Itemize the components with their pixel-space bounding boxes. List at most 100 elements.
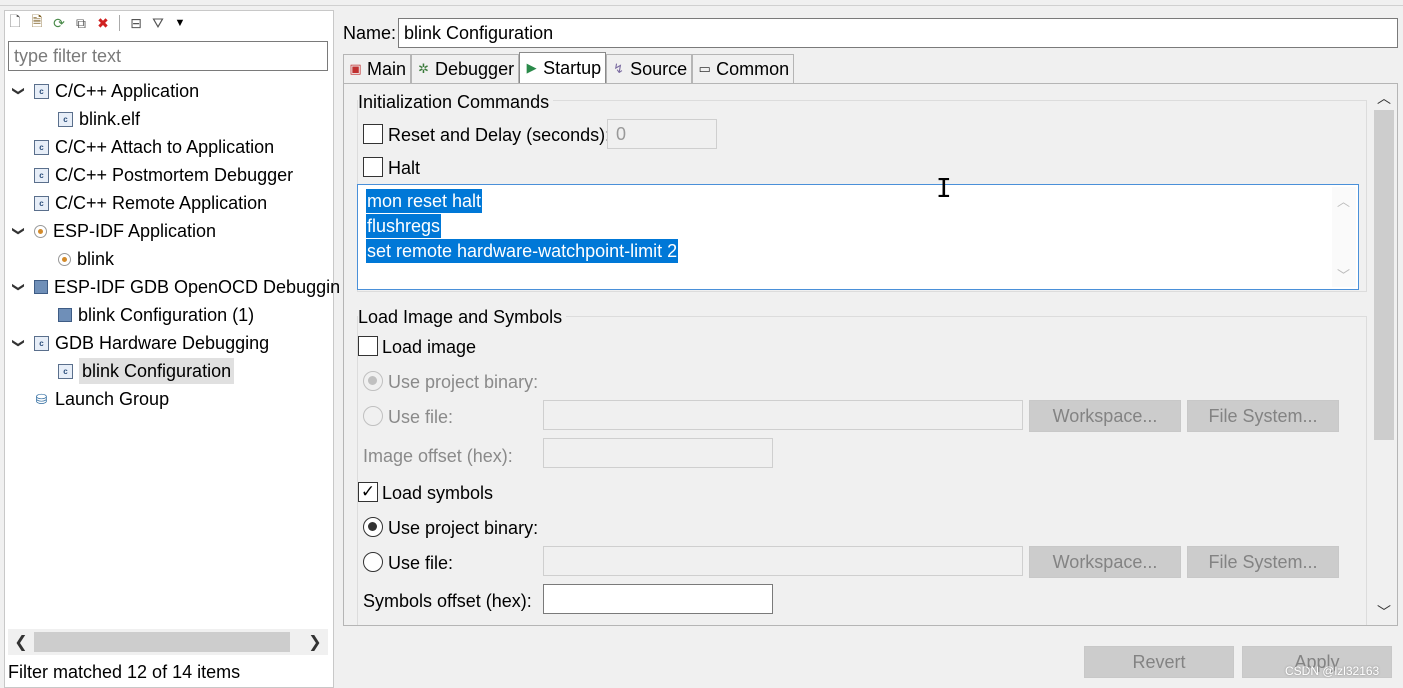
c-file-icon: c — [34, 167, 49, 183]
image-use-file-label: Use file: — [388, 407, 454, 427]
tab-label: Debugger — [435, 58, 515, 79]
tree-item[interactable]: c blink.elf — [36, 106, 140, 132]
tab-label: Source — [630, 58, 688, 79]
tree-item-label: blink.elf — [79, 108, 141, 129]
reset-delay-input[interactable] — [607, 119, 717, 149]
image-workspace-button[interactable]: Workspace... — [1029, 400, 1181, 432]
tab-source[interactable]: ↯ Source — [606, 54, 693, 83]
halt-label: Halt — [388, 158, 421, 178]
chevron-down-icon[interactable]: ❯ — [12, 84, 26, 98]
delete-icon[interactable]: ✖ — [94, 14, 112, 32]
tree-item[interactable]: c C/C++ Remote Application — [12, 190, 267, 216]
init-commands-textarea[interactable]: mon reset halt flushregs set remote hard… — [357, 184, 1359, 290]
config-tabs: ▣ Main ✲ Debugger ▶ Startup ↯ Source ▭ Common — [343, 52, 795, 84]
c-file-icon: c — [34, 195, 49, 211]
load-image-checkbox[interactable] — [358, 336, 378, 356]
load-image-title: Load Image and Symbols — [358, 307, 567, 328]
tree-item[interactable]: c blink Configuration — [36, 358, 235, 384]
collapse-all-icon[interactable]: ⊟ — [127, 14, 145, 32]
esp-icon — [34, 224, 47, 238]
bars-icon — [58, 308, 72, 322]
tab-label: Startup — [543, 57, 602, 78]
tab-common[interactable]: ▭ Common — [692, 54, 795, 83]
halt-checkbox[interactable] — [363, 157, 383, 177]
textarea-scrollbar[interactable]: ︿ ﹀ — [1332, 187, 1356, 287]
filter-status: Filter matched 12 of 14 items — [8, 662, 241, 682]
tab-debugger[interactable]: ✲ Debugger — [411, 54, 520, 83]
symbols-filesystem-button[interactable]: File System... — [1187, 546, 1339, 578]
symbols-project-binary-label: Use project binary: — [388, 518, 539, 538]
c-file-icon: c — [58, 111, 73, 127]
launch-group-icon: ⛁ — [35, 390, 48, 407]
toolbar-separator — [119, 15, 120, 31]
tree-item-label: Launch Group — [55, 388, 170, 409]
name-input[interactable] — [398, 18, 1398, 48]
debugger-bug-icon: ✲ — [418, 61, 429, 76]
scroll-thumb[interactable] — [1374, 110, 1394, 440]
image-offset-label: Image offset (hex): — [363, 446, 513, 466]
chevron-up-icon[interactable]: ︿ — [1337, 191, 1350, 210]
tree-item[interactable]: ❯ c GDB Hardware Debugging — [12, 330, 269, 356]
symbols-use-file-radio[interactable] — [363, 552, 383, 572]
image-offset-input[interactable] — [543, 438, 773, 468]
image-use-file-radio[interactable] — [363, 406, 383, 426]
tree-horizontal-scrollbar[interactable]: ❮ ❯ — [8, 629, 328, 655]
symbols-offset-input[interactable] — [543, 584, 773, 614]
filter-icon[interactable]: ⛛ — [149, 14, 167, 32]
chevron-down-icon[interactable]: ﹀ — [1337, 265, 1350, 284]
chevron-down-icon[interactable]: ❯ — [12, 336, 26, 350]
image-project-binary-label: Use project binary: — [388, 372, 539, 392]
init-commands-title: Initialization Commands — [358, 92, 554, 113]
tab-label: Common — [716, 58, 790, 79]
tree-toolbar: 🗋 🗎 ⟳ ⧉ ✖ ⊟ ⛛ ▼ — [6, 12, 189, 34]
startup-tab-content: Initialization Commands Reset and Delay … — [343, 83, 1398, 626]
scroll-right-icon[interactable]: ❯ — [302, 629, 328, 655]
name-label: Name: — [343, 23, 397, 43]
c-file-icon: c — [34, 83, 49, 99]
dropdown-arrow-icon[interactable]: ▼ — [171, 14, 189, 32]
load-image-group — [357, 316, 1367, 625]
command-line: flushregs — [366, 214, 442, 238]
tree-item[interactable]: ⛁ Launch Group — [12, 386, 169, 412]
symbols-workspace-button[interactable]: Workspace... — [1029, 546, 1181, 578]
tree-item[interactable]: c C/C++ Postmortem Debugger — [12, 162, 293, 188]
load-image-label: Load image — [382, 337, 477, 357]
tree-item[interactable]: ❯ ESP-IDF GDB OpenOCD Debuggin — [12, 274, 340, 300]
tree-item-label: ESP-IDF GDB OpenOCD Debuggin — [54, 276, 341, 297]
tree-item[interactable]: blink Configuration (1) — [36, 302, 254, 328]
content-vertical-scrollbar[interactable]: ︿ ﹀ — [1372, 86, 1396, 624]
image-file-input[interactable] — [543, 400, 1023, 430]
load-symbols-checkbox[interactable] — [358, 482, 378, 502]
tab-label: Main — [367, 58, 407, 79]
image-filesystem-button[interactable]: File System... — [1187, 400, 1339, 432]
tree-item[interactable]: blink — [36, 246, 114, 272]
c-file-icon: c — [58, 363, 73, 379]
symbols-project-binary-radio[interactable] — [363, 517, 383, 537]
symbols-file-input[interactable] — [543, 546, 1023, 576]
scroll-up-icon[interactable]: ︿ — [1372, 86, 1396, 110]
startup-play-icon: ▶ — [526, 60, 537, 75]
filter-input[interactable] — [8, 41, 328, 71]
command-line: mon reset halt — [366, 189, 483, 213]
tree-item-label: C/C++ Application — [55, 80, 200, 101]
reset-delay-checkbox[interactable] — [363, 124, 383, 144]
text-cursor-icon: I — [936, 174, 952, 204]
chevron-down-icon[interactable]: ❯ — [12, 224, 26, 238]
scroll-thumb[interactable] — [34, 632, 290, 652]
tree-item-label: GDB Hardware Debugging — [55, 332, 270, 353]
esp-icon — [58, 252, 71, 266]
export-icon[interactable]: ⟳ — [50, 14, 68, 32]
new-prototype-icon[interactable]: 🗎 — [28, 13, 46, 32]
tree-item[interactable]: ❯ ESP-IDF Application — [12, 218, 216, 244]
tree-item[interactable]: c C/C++ Attach to Application — [12, 134, 274, 160]
tab-startup[interactable]: ▶ Startup — [519, 52, 607, 83]
revert-button[interactable]: Revert — [1084, 646, 1234, 678]
tab-main[interactable]: ▣ Main — [343, 54, 412, 83]
scroll-left-icon[interactable]: ❮ — [8, 629, 34, 655]
chevron-down-icon[interactable]: ❯ — [12, 280, 26, 294]
duplicate-icon[interactable]: ⧉ — [72, 14, 90, 32]
scroll-down-icon[interactable]: ﹀ — [1372, 600, 1396, 624]
new-config-icon[interactable]: 🗋 — [6, 13, 24, 32]
image-project-binary-radio[interactable] — [363, 371, 383, 391]
tree-item[interactable]: ❯ c C/C++ Application — [12, 78, 199, 104]
